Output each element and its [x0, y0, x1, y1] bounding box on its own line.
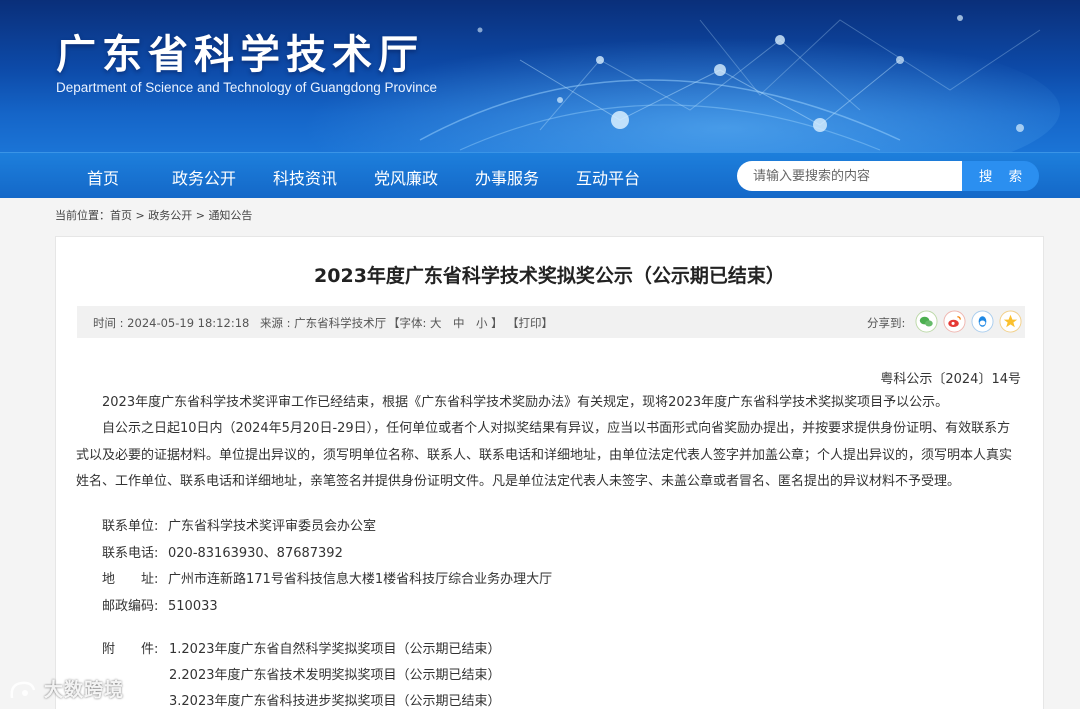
share-label: 分享到:: [867, 316, 906, 330]
contact-phone-label: 联系电话:: [102, 546, 159, 561]
breadcrumb-government-affairs[interactable]: 政务公开: [148, 209, 192, 222]
contact-address-value: 广州市连新路171号省科技信息大楼1楼省科技厅综合业务办理大厅: [168, 572, 553, 587]
contact-address-row: 地 址: 广州市连新路171号省科技信息大楼1楼省科技厅综合业务办理大厅: [102, 568, 552, 587]
publish-time: 时间 : 2024-05-19 18:12:18: [93, 316, 250, 330]
watermark-logo-icon: [10, 681, 36, 699]
nav-item-home[interactable]: 首页: [87, 165, 119, 189]
article-title: 2023年度广东省科学技术奖拟奖公示（公示期已结束）: [314, 265, 785, 287]
nav-item-party-integrity[interactable]: 党风廉政: [374, 165, 438, 189]
watermark-text: 大数跨境: [44, 679, 125, 701]
weibo-icon[interactable]: [943, 310, 966, 333]
attachment-link[interactable]: 2.2023年度广东省技术发明奖拟奖项目（公示期已结束）: [169, 664, 501, 683]
contact-unit-row: 联系单位: 广东省科学技术奖评审委员会办公室: [102, 515, 376, 534]
contact-postcode-label: 邮政编码:: [102, 599, 159, 614]
print-link[interactable]: 【打印】: [507, 315, 553, 331]
header-banner: 广东省科学技术厅 Department of Science and Techn…: [0, 0, 1080, 152]
contact-unit-label: 联系单位:: [102, 519, 159, 534]
contact-address-label: 地 址:: [102, 572, 159, 587]
breadcrumb-separator: >: [192, 209, 209, 222]
attachments-label: 附 件:: [102, 642, 159, 657]
breadcrumb-prefix: 当前位置：: [55, 209, 110, 222]
breadcrumb-separator: >: [132, 209, 149, 222]
document-number: 粤科公示〔2024〕14号: [880, 372, 1021, 387]
search-button[interactable]: 搜 索: [962, 161, 1039, 191]
contact-postcode-value: 510033: [168, 599, 218, 614]
qq-icon[interactable]: [971, 310, 994, 333]
contact-postcode-row: 邮政编码: 510033: [102, 595, 218, 614]
search-input[interactable]: [737, 161, 963, 191]
site-subtitle: Department of Science and Technology of …: [56, 80, 437, 95]
qzone-icon[interactable]: [999, 310, 1022, 333]
article-paragraph-2: 自公示之日起10日内（2024年5月20日-29日），任何单位或者个人对拟奖结果…: [76, 421, 1013, 489]
article-source: 来源 : 广东省科学技术厅: [260, 316, 387, 330]
breadcrumb-notices[interactable]: 通知公告: [208, 209, 252, 222]
font-size-switcher[interactable]: 【字体: 大 中 小 】: [388, 315, 503, 331]
contact-phone-value: 020-83163930、87687392: [168, 546, 343, 561]
contact-unit-value: 广东省科学技术奖评审委员会办公室: [168, 519, 377, 534]
nav-item-services[interactable]: 办事服务: [475, 165, 539, 189]
contact-phone-row: 联系电话: 020-83163930、87687392: [102, 542, 343, 561]
attachment-link[interactable]: 1.2023年度广东省自然科学奖拟奖项目（公示期已结束）: [169, 638, 501, 657]
attachment-link[interactable]: 3.2023年度广东省科技进步奖拟奖项目（公示期已结束）: [169, 690, 501, 709]
breadcrumb-home[interactable]: 首页: [110, 209, 132, 222]
article-meta-bar: 时间 : 2024-05-19 18:12:18 来源 : 广东省科学技术厅 【…: [77, 306, 1025, 338]
site-title: 广东省科学技术厅: [56, 32, 424, 78]
nav-item-interaction[interactable]: 互动平台: [576, 165, 640, 189]
nav-item-government-affairs[interactable]: 政务公开: [172, 165, 236, 189]
article-paragraph-1: 2023年度广东省科学技术奖评审工作已经结束，根据《广东省科学技术奖励办法》有关…: [102, 395, 949, 410]
nav-item-sci-tech-news[interactable]: 科技资讯: [273, 165, 337, 189]
wechat-icon[interactable]: [915, 310, 938, 333]
breadcrumb: 当前位置：首页 > 政务公开 > 通知公告: [55, 207, 252, 223]
main-nav: 首页 政务公开 科技资讯 党风廉政 办事服务 互动平台 搜 索: [0, 152, 1080, 198]
article-card: 2023年度广东省科学技术奖拟奖公示（公示期已结束） 时间 : 2024-05-…: [55, 236, 1044, 709]
